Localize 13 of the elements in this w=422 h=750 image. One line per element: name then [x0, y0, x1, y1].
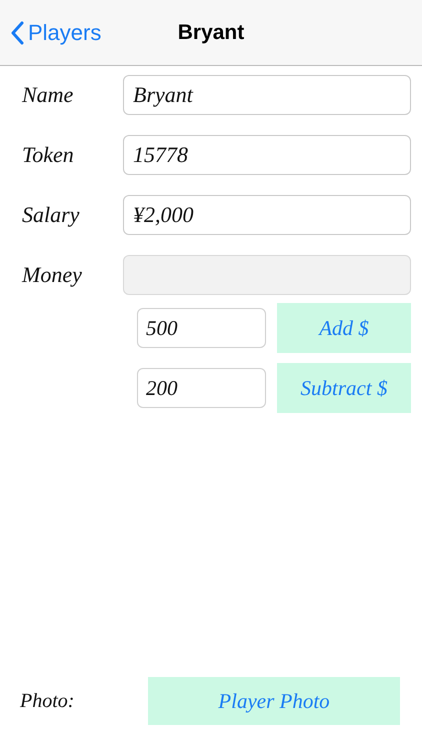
field-label: Salary: [22, 202, 80, 228]
field-label: Name: [22, 82, 74, 108]
field-label: Money: [22, 262, 83, 288]
amount-field[interactable]: 500: [137, 308, 266, 348]
text-field[interactable]: 15778: [123, 135, 411, 175]
screen-title: Bryant: [178, 20, 244, 44]
photo-label: Photo:: [20, 690, 76, 712]
text-field[interactable]: Bryant: [123, 75, 411, 115]
back-button[interactable]: Players: [10, 20, 102, 46]
text-field[interactable]: ¥2,000: [123, 195, 411, 235]
amount-field[interactable]: 200: [137, 368, 266, 408]
back-chevron-icon: [10, 20, 24, 44]
field-label: Token: [22, 142, 75, 168]
